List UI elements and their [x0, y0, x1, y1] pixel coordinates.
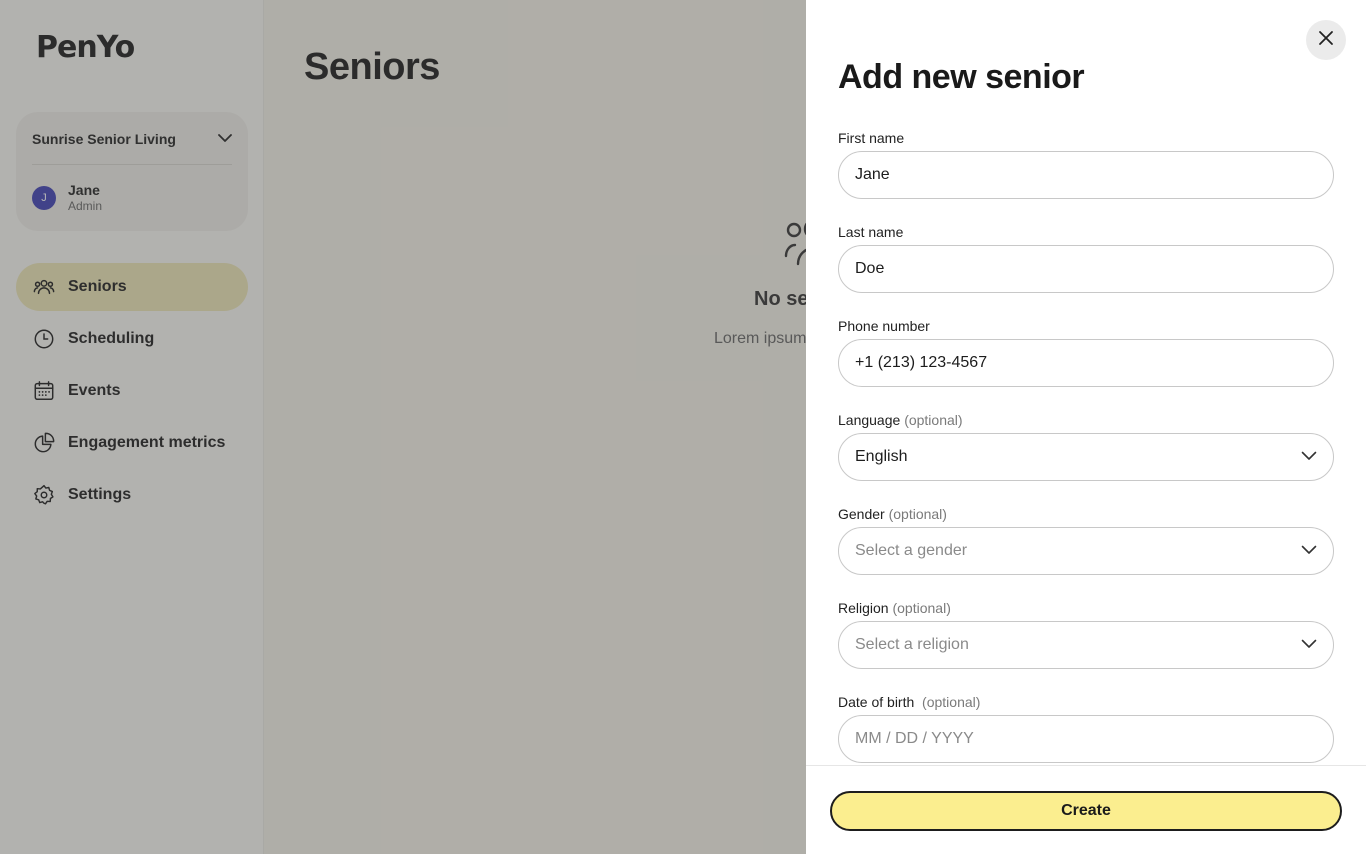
date-of-birth-placeholder: MM / DD / YYYY	[855, 730, 974, 747]
date-of-birth-field: Date of birth (optional) MM / DD / YYYY	[838, 693, 1334, 763]
religion-select[interactable]: Select a religion	[838, 621, 1334, 669]
date-of-birth-label-text: Date of birth	[838, 694, 915, 710]
last-name-label: Last name	[838, 224, 904, 240]
last-name-field: Last name Doe	[838, 223, 1334, 293]
close-icon	[1318, 30, 1334, 51]
language-select[interactable]: English	[838, 433, 1334, 481]
phone-value: +1 (213) 123-4567	[855, 354, 988, 371]
language-value: English	[855, 448, 908, 465]
gender-label: Gender (optional)	[838, 505, 1334, 523]
chevron-down-icon	[1301, 636, 1317, 654]
language-label: Language (optional)	[838, 411, 1334, 429]
first-name-label: First name	[838, 130, 905, 146]
first-name-field: First name Jane	[838, 129, 1334, 199]
drawer-title: Add new senior	[838, 58, 1085, 96]
date-of-birth-input[interactable]: MM / DD / YYYY	[838, 715, 1334, 763]
religion-placeholder: Select a religion	[855, 636, 969, 653]
gender-label-text: Gender	[838, 506, 885, 522]
language-label-text: Language	[838, 412, 901, 428]
first-name-input[interactable]: Jane	[838, 151, 1334, 199]
gender-field: Gender (optional) Select a gender	[838, 505, 1334, 575]
last-name-input[interactable]: Doe	[838, 245, 1334, 293]
religion-label-text: Religion	[838, 600, 889, 616]
gender-select[interactable]: Select a gender	[838, 527, 1334, 575]
gender-placeholder: Select a gender	[855, 542, 968, 559]
drawer-footer: Create	[806, 765, 1366, 854]
language-field: Language (optional) English	[838, 411, 1334, 481]
phone-input[interactable]: +1 (213) 123-4567	[838, 339, 1334, 387]
first-name-value: Jane	[855, 166, 890, 183]
add-senior-drawer: Add new senior First name Jane Last name…	[806, 0, 1366, 854]
last-name-value: Doe	[855, 260, 885, 277]
optional-tag: (optional)	[892, 600, 951, 616]
phone-label: Phone number	[838, 318, 930, 334]
chevron-down-icon	[1301, 542, 1317, 560]
religion-label: Religion (optional)	[838, 599, 1334, 617]
create-button[interactable]: Create	[830, 791, 1342, 831]
religion-field: Religion (optional) Select a religion	[838, 599, 1334, 669]
optional-tag: (optional)	[888, 506, 947, 522]
chevron-down-icon	[1301, 448, 1317, 466]
optional-tag: (optional)	[922, 694, 981, 710]
close-button[interactable]	[1306, 20, 1346, 60]
date-of-birth-label: Date of birth (optional)	[838, 693, 1334, 711]
phone-field: Phone number +1 (213) 123-4567	[838, 317, 1334, 387]
optional-tag: (optional)	[904, 412, 963, 428]
